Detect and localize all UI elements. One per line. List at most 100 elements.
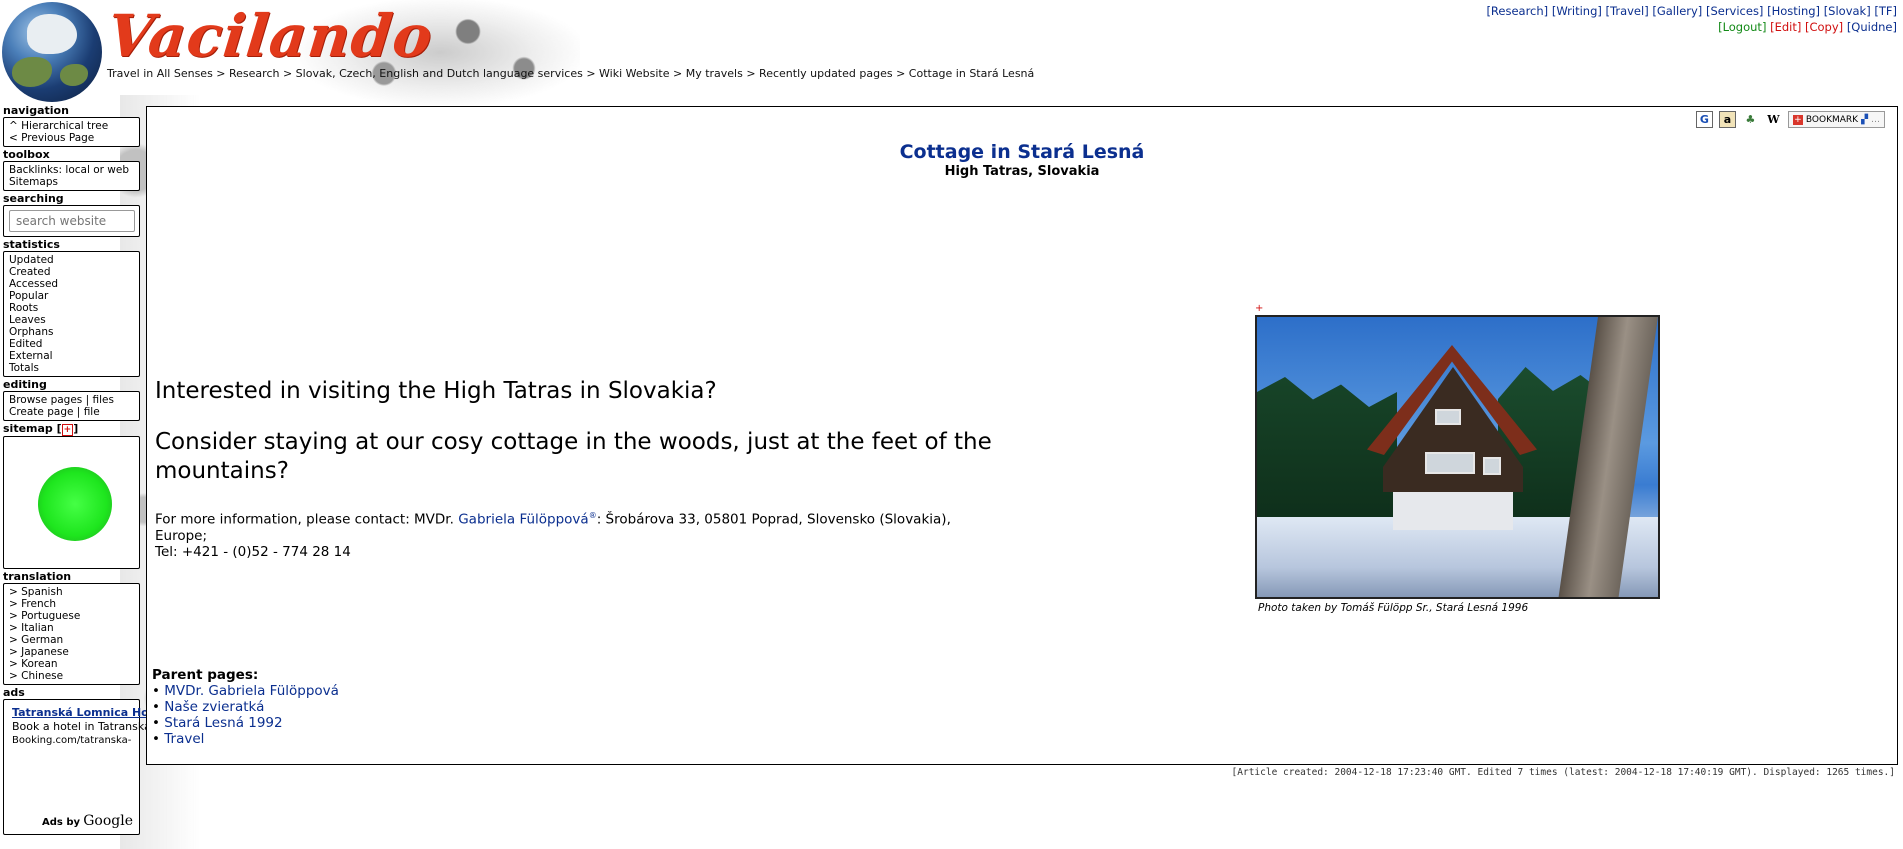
- stat-leaves-link[interactable]: Leaves: [9, 314, 134, 326]
- browse-files-link[interactable]: files: [93, 394, 114, 406]
- topnav-gallery[interactable]: [Gallery]: [1652, 4, 1702, 18]
- edit-link[interactable]: [Edit]: [1770, 20, 1801, 34]
- bookmark-button[interactable]: + BOOKMARK ▞ …: [1787, 111, 1885, 128]
- logout-link[interactable]: [Logout]: [1718, 20, 1766, 34]
- list-item: MVDr. Gabriela Fülöppová: [152, 683, 339, 699]
- copy-link[interactable]: [Copy]: [1805, 20, 1843, 34]
- stat-roots-link[interactable]: Roots: [9, 302, 134, 314]
- translate-italian-link[interactable]: > Italian: [9, 622, 134, 634]
- ads-title: ads: [3, 686, 25, 699]
- topnav-research[interactable]: [Research]: [1486, 4, 1548, 18]
- stat-created-link[interactable]: Created: [9, 266, 134, 278]
- bookmark-label: BOOKMARK: [1805, 114, 1859, 125]
- translate-german-link[interactable]: > German: [9, 634, 134, 646]
- amazon-share-icon[interactable]: a: [1718, 111, 1736, 128]
- toolbox-title: toolbox: [3, 148, 50, 161]
- create-page-link[interactable]: Create page: [9, 406, 73, 418]
- stat-orphans-link[interactable]: Orphans: [9, 326, 134, 338]
- statistics-box: Updated Created Accessed Popular Roots L…: [3, 251, 140, 377]
- breadcrumb[interactable]: Travel in All Senses > Research > Slovak…: [107, 67, 1034, 80]
- top-navigation: [Research] [Writing] [Travel] [Gallery] …: [1486, 3, 1897, 35]
- ad-url[interactable]: Booking.com/tatranska-lc: [12, 734, 131, 748]
- translation-title: translation: [3, 570, 72, 583]
- translate-chinese-link[interactable]: > Chinese: [9, 670, 134, 682]
- google-share-icon[interactable]: G: [1695, 111, 1713, 128]
- parent-link-gabriela[interactable]: MVDr. Gabriela Fülöppová: [164, 683, 339, 699]
- parent-link-travel[interactable]: Travel: [164, 731, 204, 747]
- photo-expand-icon[interactable]: +: [1255, 303, 1263, 314]
- sitemap-box[interactable]: [3, 436, 140, 569]
- stat-external-link[interactable]: External: [9, 350, 134, 362]
- intro-question: Interested in visiting the High Tatras i…: [155, 378, 717, 404]
- photo-caption: Photo taken by Tomáš Fülöpp Sr., Stará L…: [1258, 602, 1529, 614]
- topnav-row-1: [Research] [Writing] [Travel] [Gallery] …: [1486, 3, 1897, 19]
- search-input[interactable]: [9, 210, 135, 232]
- list-item: Naše zvieratká: [152, 699, 339, 715]
- share-more-icon: …: [1871, 114, 1880, 125]
- stat-popular-link[interactable]: Popular: [9, 290, 134, 302]
- topnav-writing[interactable]: [Writing]: [1552, 4, 1602, 18]
- sitemaps-link[interactable]: Sitemaps: [9, 176, 134, 188]
- parent-pages-label: Parent pages:: [152, 667, 259, 683]
- parent-pages-list: MVDr. Gabriela Fülöppová Naše zvieratká …: [152, 683, 339, 747]
- toolbox-box: Backlinks: local or web Sitemaps: [3, 161, 140, 191]
- create-file-link[interactable]: file: [84, 406, 100, 418]
- page-title: Cottage in Stará Lesná: [899, 141, 1145, 163]
- cottage-photo[interactable]: [1255, 315, 1660, 599]
- share-toolbar: G a ♣ W + BOOKMARK ▞ …: [1695, 111, 1885, 128]
- stat-updated-link[interactable]: Updated: [9, 254, 134, 266]
- editing-separator: |: [76, 406, 81, 418]
- hierarchical-tree-link[interactable]: ^ Hierarchical tree: [9, 120, 134, 132]
- editing-separator: |: [85, 394, 90, 406]
- quidne-link[interactable]: [Quidne]: [1847, 20, 1897, 34]
- editing-title: editing: [3, 378, 47, 391]
- list-item: Stará Lesná 1992: [152, 715, 339, 731]
- bookmark-leaf-icon[interactable]: ♣: [1742, 111, 1759, 128]
- translate-korean-link[interactable]: > Korean: [9, 658, 134, 670]
- statistics-title: statistics: [3, 238, 60, 251]
- search-box: [3, 205, 140, 237]
- globe-logo-icon[interactable]: [2, 2, 102, 102]
- editing-row-create: Create page | file: [9, 406, 134, 418]
- navigation-title: navigation: [3, 104, 69, 117]
- parent-pages: Parent pages: MVDr. Gabriela Fülöppová N…: [152, 667, 339, 747]
- stat-edited-link[interactable]: Edited: [9, 338, 134, 350]
- contact-name-link[interactable]: Gabriela Fülöppová: [458, 512, 588, 528]
- translate-spanish-link[interactable]: > Spanish: [9, 586, 134, 598]
- topnav-hosting[interactable]: [Hosting]: [1767, 4, 1820, 18]
- page-subtitle: High Tatras, Slovakia: [944, 164, 1100, 179]
- ad-text: Book a hotel in Tatranská Lomnica. No re…: [12, 720, 394, 733]
- site-logo[interactable]: Vacilando: [104, 2, 436, 70]
- topnav-travel[interactable]: [Travel]: [1606, 4, 1649, 18]
- sitemap-title: sitemap [+]: [3, 422, 79, 436]
- backlinks-link[interactable]: Backlinks: local or web: [9, 164, 134, 176]
- list-item: Travel: [152, 731, 339, 747]
- contact-phone: Tel: +421 - (0)52 - 774 28 14: [155, 543, 351, 560]
- topnav-tf[interactable]: [TF]: [1874, 4, 1897, 18]
- searching-title: searching: [3, 192, 64, 205]
- navigation-box: ^ Hierarchical tree < Previous Page: [3, 117, 140, 147]
- ads-by-google[interactable]: Ads by Google: [42, 814, 133, 830]
- topnav-slovak[interactable]: [Slovak]: [1824, 4, 1871, 18]
- topnav-services[interactable]: [Services]: [1706, 4, 1763, 18]
- intro-text: Interested in visiting the High Tatras i…: [155, 377, 1005, 560]
- sitemap-graph-image[interactable]: [38, 467, 112, 541]
- bookmark-plus-icon: +: [1792, 114, 1803, 125]
- wikipedia-icon[interactable]: W: [1765, 111, 1782, 128]
- translate-japanese-link[interactable]: > Japanese: [9, 646, 134, 658]
- intro-offer: Consider staying at our cosy cottage in …: [155, 429, 992, 484]
- stat-totals-link[interactable]: Totals: [9, 362, 134, 374]
- ads-by-label: Ads by: [42, 817, 81, 828]
- translate-french-link[interactable]: > French: [9, 598, 134, 610]
- previous-page-link[interactable]: < Previous Page: [9, 132, 134, 144]
- browse-pages-link[interactable]: Browse pages: [9, 394, 82, 406]
- stat-accessed-link[interactable]: Accessed: [9, 278, 134, 290]
- parent-link-zvieratka[interactable]: Naše zvieratká: [164, 699, 264, 715]
- sitemap-expand-icon[interactable]: +: [61, 424, 74, 436]
- parent-link-stara-lesna[interactable]: Stará Lesná 1992: [164, 715, 282, 731]
- main-content: G a ♣ W + BOOKMARK ▞ … Cottage in Stará …: [146, 106, 1898, 765]
- google-logo-icon: Google: [83, 813, 133, 829]
- translate-portuguese-link[interactable]: > Portuguese: [9, 610, 134, 622]
- ad-title-link[interactable]: Tatranská Lomnica Hotels: [12, 706, 172, 720]
- delicious-icon: ▞: [1861, 114, 1868, 125]
